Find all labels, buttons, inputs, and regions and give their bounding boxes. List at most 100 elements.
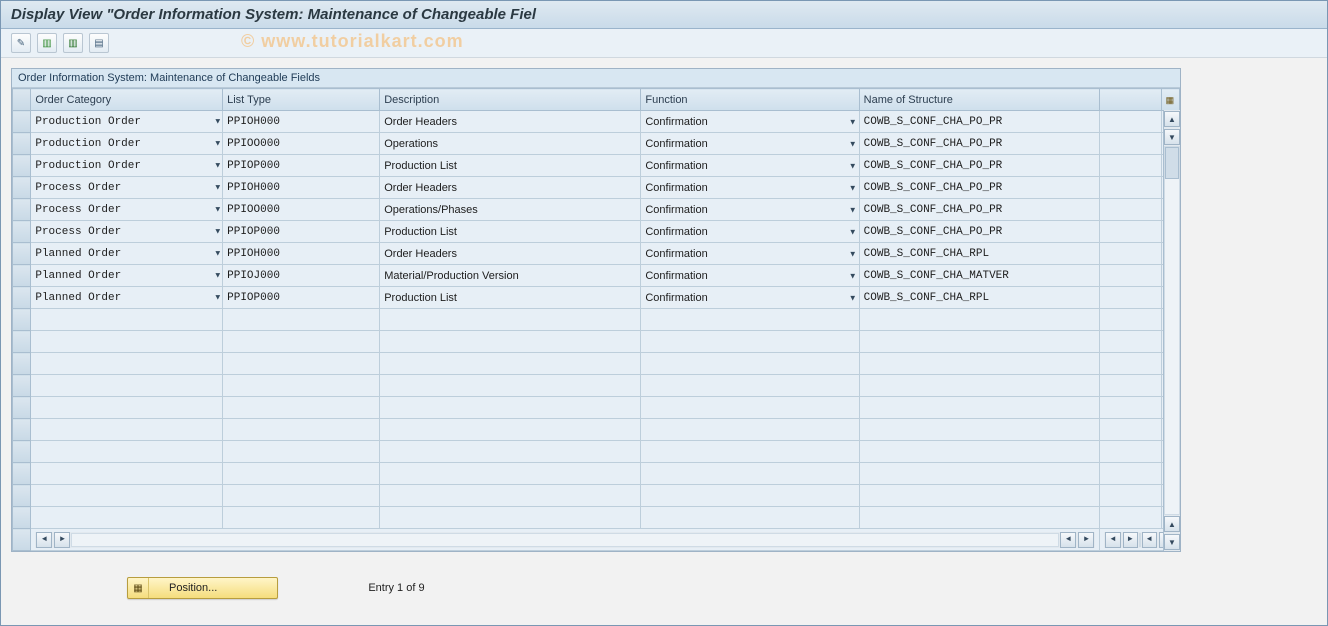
row-marker[interactable] [13, 353, 31, 375]
cell-list-type[interactable]: PPIOP000 [223, 287, 380, 309]
scroll-right-step-button[interactable]: ► [54, 532, 70, 548]
col-description[interactable]: Description [380, 89, 641, 111]
cell-structure[interactable]: COWB_S_CONF_CHA_MATVER [859, 265, 1100, 287]
scroll-right-button[interactable]: ► [1078, 532, 1094, 548]
row-marker[interactable] [13, 463, 31, 485]
cell-description: Order Headers [380, 111, 641, 133]
cell-list-type[interactable]: PPIOH000 [223, 243, 380, 265]
hscroll-main[interactable]: ◄►◄► [31, 529, 1100, 551]
scroll-down-step-button[interactable]: ▼ [1164, 129, 1180, 145]
cell-empty [31, 485, 223, 507]
cell-description: Production List [380, 155, 641, 177]
row-marker[interactable] [13, 397, 31, 419]
row-marker[interactable] [13, 265, 31, 287]
row-marker[interactable] [13, 375, 31, 397]
cell-structure[interactable]: COWB_S_CONF_CHA_RPL [859, 287, 1100, 309]
page-title: Display View "Order Information System: … [1, 1, 1327, 29]
cell-order-category[interactable]: Planned Order▼ [31, 265, 223, 287]
cell-order-category[interactable]: Process Order▼ [31, 221, 223, 243]
cell-list-type[interactable]: PPIOP000 [223, 221, 380, 243]
cell-structure[interactable]: COWB_S_CONF_CHA_PO_PR [859, 199, 1100, 221]
cell-list-type[interactable]: PPIOH000 [223, 111, 380, 133]
cell-list-type[interactable]: PPIOH000 [223, 177, 380, 199]
cell-list-type[interactable]: PPIOJ000 [223, 265, 380, 287]
cell-order-category[interactable]: Process Order▼ [31, 199, 223, 221]
cell-function[interactable]: Confirmation▼ [641, 221, 859, 243]
cell-order-category[interactable]: Planned Order▼ [31, 287, 223, 309]
scroll-right-step-button[interactable]: ► [1123, 532, 1138, 548]
cell-description: Production List [380, 221, 641, 243]
row-marker[interactable] [13, 419, 31, 441]
row-marker[interactable] [13, 331, 31, 353]
scroll-down-button[interactable]: ▼ [1164, 534, 1180, 550]
cell-function[interactable]: Confirmation▼ [641, 111, 859, 133]
cell-empty [380, 463, 641, 485]
col-structure[interactable]: Name of Structure [859, 89, 1100, 111]
cell-empty [1100, 353, 1161, 375]
position-button[interactable]: ▦ Position... [127, 577, 278, 599]
cell-function[interactable]: Confirmation▼ [641, 155, 859, 177]
row-marker[interactable] [13, 111, 31, 133]
cell-structure[interactable]: COWB_S_CONF_CHA_PO_PR [859, 177, 1100, 199]
cell-function[interactable]: Confirmation▼ [641, 199, 859, 221]
toolbar-button-2[interactable]: ▥ [37, 33, 57, 53]
hscroll-track[interactable] [1139, 533, 1141, 547]
cell-empty [380, 485, 641, 507]
row-marker[interactable] [13, 309, 31, 331]
scroll-left-button[interactable]: ◄ [1105, 532, 1120, 548]
row-marker[interactable] [13, 199, 31, 221]
cell-function[interactable]: Confirmation▼ [641, 177, 859, 199]
cell-function[interactable]: Confirmation▼ [641, 243, 859, 265]
vertical-scrollbar[interactable]: ▲ ▼ ▲ ▼ [1163, 110, 1180, 551]
scroll-left-step-button[interactable]: ◄ [1142, 532, 1157, 548]
row-marker[interactable] [13, 133, 31, 155]
table-row-empty [13, 375, 1180, 397]
cell-empty [641, 309, 859, 331]
cell-order-category[interactable]: Planned Order▼ [31, 243, 223, 265]
cell-order-category[interactable]: Process Order▼ [31, 177, 223, 199]
scroll-handle[interactable] [1165, 147, 1179, 179]
table-settings-button[interactable]: ▦ [1161, 89, 1179, 111]
row-marker[interactable] [13, 221, 31, 243]
row-marker[interactable] [13, 287, 31, 309]
cell-list-type[interactable]: PPIOP000 [223, 155, 380, 177]
cell-filler [1100, 243, 1161, 265]
cell-structure[interactable]: COWB_S_CONF_CHA_PO_PR [859, 155, 1100, 177]
toolbar-button-4[interactable]: ▤ [89, 33, 109, 53]
cell-order-category[interactable]: Production Order▼ [31, 111, 223, 133]
cell-structure[interactable]: COWB_S_CONF_CHA_PO_PR [859, 111, 1100, 133]
cell-structure[interactable]: COWB_S_CONF_CHA_PO_PR [859, 133, 1100, 155]
cell-function[interactable]: Confirmation▼ [641, 133, 859, 155]
col-function[interactable]: Function [641, 89, 859, 111]
cell-list-type[interactable]: PPIOO000 [223, 133, 380, 155]
cell-order-category[interactable]: Production Order▼ [31, 155, 223, 177]
col-order-category[interactable]: Order Category [31, 89, 223, 111]
cell-description: Material/Production Version [380, 265, 641, 287]
cell-order-category[interactable]: Production Order▼ [31, 133, 223, 155]
cell-empty [223, 397, 380, 419]
row-marker [13, 529, 31, 551]
cell-list-type[interactable]: PPIOO000 [223, 199, 380, 221]
scroll-track[interactable] [1164, 146, 1180, 515]
cell-filler [1100, 111, 1161, 133]
col-list-type[interactable]: List Type [223, 89, 380, 111]
row-marker[interactable] [13, 243, 31, 265]
cell-function[interactable]: Confirmation▼ [641, 265, 859, 287]
row-marker[interactable] [13, 155, 31, 177]
cell-structure[interactable]: COWB_S_CONF_CHA_RPL [859, 243, 1100, 265]
table-row: Production Order▼PPIOO000OperationsConfi… [13, 133, 1180, 155]
scroll-up-button[interactable]: ▲ [1164, 111, 1180, 127]
cell-function[interactable]: Confirmation▼ [641, 287, 859, 309]
row-marker[interactable] [13, 177, 31, 199]
chevron-down-icon: ▼ [849, 249, 857, 258]
scroll-up-step-button[interactable]: ▲ [1164, 516, 1180, 532]
scroll-left-step-button[interactable]: ◄ [1060, 532, 1076, 548]
toolbar-button-3[interactable]: ▥ [63, 33, 83, 53]
row-marker[interactable] [13, 507, 31, 529]
scroll-left-button[interactable]: ◄ [36, 532, 52, 548]
hscroll-track[interactable] [71, 533, 1059, 547]
cell-structure[interactable]: COWB_S_CONF_CHA_PO_PR [859, 221, 1100, 243]
toggle-display-change-button[interactable]: ✎ [11, 33, 31, 53]
row-marker[interactable] [13, 485, 31, 507]
row-marker[interactable] [13, 441, 31, 463]
